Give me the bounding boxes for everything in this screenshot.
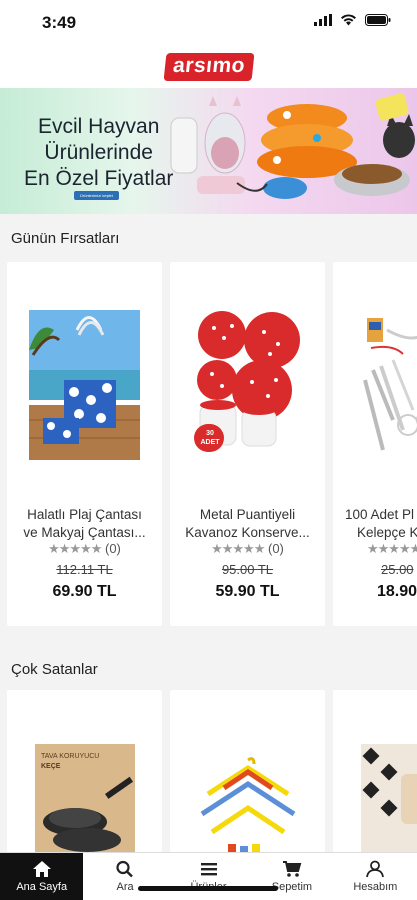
old-price: 25.00 xyxy=(381,562,414,577)
product-card[interactable]: 30 ADET Metal Puantiyeli Kavanoz Konserv… xyxy=(170,262,325,626)
product-name-line: Kavanoz Konserve... xyxy=(185,525,310,540)
product-card[interactable]: Halatlı Plaj Çantası ve Makyaj Çantası..… xyxy=(7,262,162,626)
star-rating-icon: ★★★★★ xyxy=(211,541,265,556)
star-rating-icon: ★★★★★ xyxy=(367,541,417,556)
signal-icon xyxy=(314,14,332,26)
product-card[interactable] xyxy=(333,690,417,852)
product-image xyxy=(361,744,417,852)
product-name-line: 100 Adet Pl xyxy=(345,507,415,522)
banner-headline: Evcil Hayvan Ürünlerinde En Özel Fiyatla… xyxy=(24,114,173,192)
old-price: 95.00 TL xyxy=(221,562,274,577)
product-rating: ★★★★★ (0) xyxy=(7,541,162,557)
product-card[interactable] xyxy=(170,690,325,852)
home-indicator xyxy=(138,886,278,891)
brand-logo[interactable]: arsımo xyxy=(163,53,254,81)
deals-carousel[interactable]: Halatlı Plaj Çantası ve Makyaj Çantası..… xyxy=(0,262,417,626)
tab-account[interactable]: Hesabım xyxy=(334,853,417,900)
quantity-badge: 30 ADET xyxy=(196,424,224,452)
product-price: 59.90 TL xyxy=(215,583,280,600)
status-icons xyxy=(314,14,391,26)
product-rating: ★★★★★ (0) xyxy=(170,541,325,557)
old-price: 112.11 TL xyxy=(56,562,113,577)
product-card[interactable]: 100 Adet Pl Kelepçe Ka ★★★★★ 25.00 18.90 xyxy=(333,262,417,626)
product-name-line: Kelepçe Ka xyxy=(357,525,417,540)
home-icon xyxy=(32,861,51,877)
banner-line: Ürünlerinde xyxy=(44,141,153,164)
status-bar: 3:49 xyxy=(0,0,417,46)
tab-label: Ana Sayfa xyxy=(16,881,68,893)
product-price: 69.90 TL xyxy=(52,583,117,600)
product-image: 30 ADET xyxy=(192,310,303,460)
badge-unit: ADET xyxy=(200,439,220,446)
search-icon xyxy=(116,860,133,878)
section-title-bestsellers: Çok Satanlar xyxy=(11,661,98,678)
review-count: (0) xyxy=(268,541,284,556)
product-image: TAVA KORUYUCU KEÇE xyxy=(35,744,135,852)
banner-line: Evcil Hayvan xyxy=(38,115,160,138)
product-image xyxy=(29,310,140,460)
menu-icon xyxy=(200,863,217,876)
wifi-icon xyxy=(341,14,356,26)
user-icon xyxy=(366,860,385,878)
product-price: 18.90 xyxy=(377,583,417,600)
banner-line: En Özel Fiyatlar xyxy=(24,167,174,190)
product-rating: ★★★★★ xyxy=(367,541,417,557)
badge-number: 30 xyxy=(206,430,214,437)
tab-search[interactable]: Ara xyxy=(83,853,166,900)
product-name-line: Metal Puantiyeli xyxy=(199,507,296,522)
tab-products[interactable]: Ürünler xyxy=(167,853,250,900)
review-count: (0) xyxy=(105,541,121,556)
product-name-line: Halatlı Plaj Çantası xyxy=(27,507,142,522)
pet-products-illustration xyxy=(170,93,415,199)
product-card[interactable]: TAVA KORUYUCU KEÇE xyxy=(7,690,162,852)
product-name[interactable]: 100 Adet Pl Kelepçe Ka xyxy=(345,506,417,542)
bestsellers-carousel[interactable]: TAVA KORUYUCU KEÇE xyxy=(0,690,417,852)
promo-banner[interactable]: Evcil Hayvan Ürünlerinde En Özel Fiyatla… xyxy=(0,88,417,214)
tab-label: Ara xyxy=(116,881,134,893)
star-rating-icon: ★★★★★ xyxy=(48,541,102,556)
tab-label: Hesabım xyxy=(353,881,398,893)
section-title-deals: Günün Fırsatları xyxy=(11,230,120,247)
product-image xyxy=(200,757,296,852)
app-header: arsımo xyxy=(0,46,417,88)
cart-icon xyxy=(282,861,302,877)
banner-cta-badge[interactable]: Ürünlerimizi keşfet xyxy=(74,191,119,200)
bottom-tab-bar: Ana Sayfa Ara Ürünler Sepetim Hesabım xyxy=(0,852,417,900)
status-time: 3:49 xyxy=(42,13,77,32)
product-image xyxy=(363,310,417,460)
product-name[interactable]: Metal Puantiyeli Kavanoz Konserve... xyxy=(174,506,321,542)
tab-cart[interactable]: Sepetim xyxy=(250,853,333,900)
product-name-line: ve Makyaj Çantası... xyxy=(23,525,146,540)
tab-home[interactable]: Ana Sayfa xyxy=(0,853,84,900)
product-name[interactable]: Halatlı Plaj Çantası ve Makyaj Çantası..… xyxy=(11,506,158,542)
battery-icon xyxy=(365,14,391,26)
